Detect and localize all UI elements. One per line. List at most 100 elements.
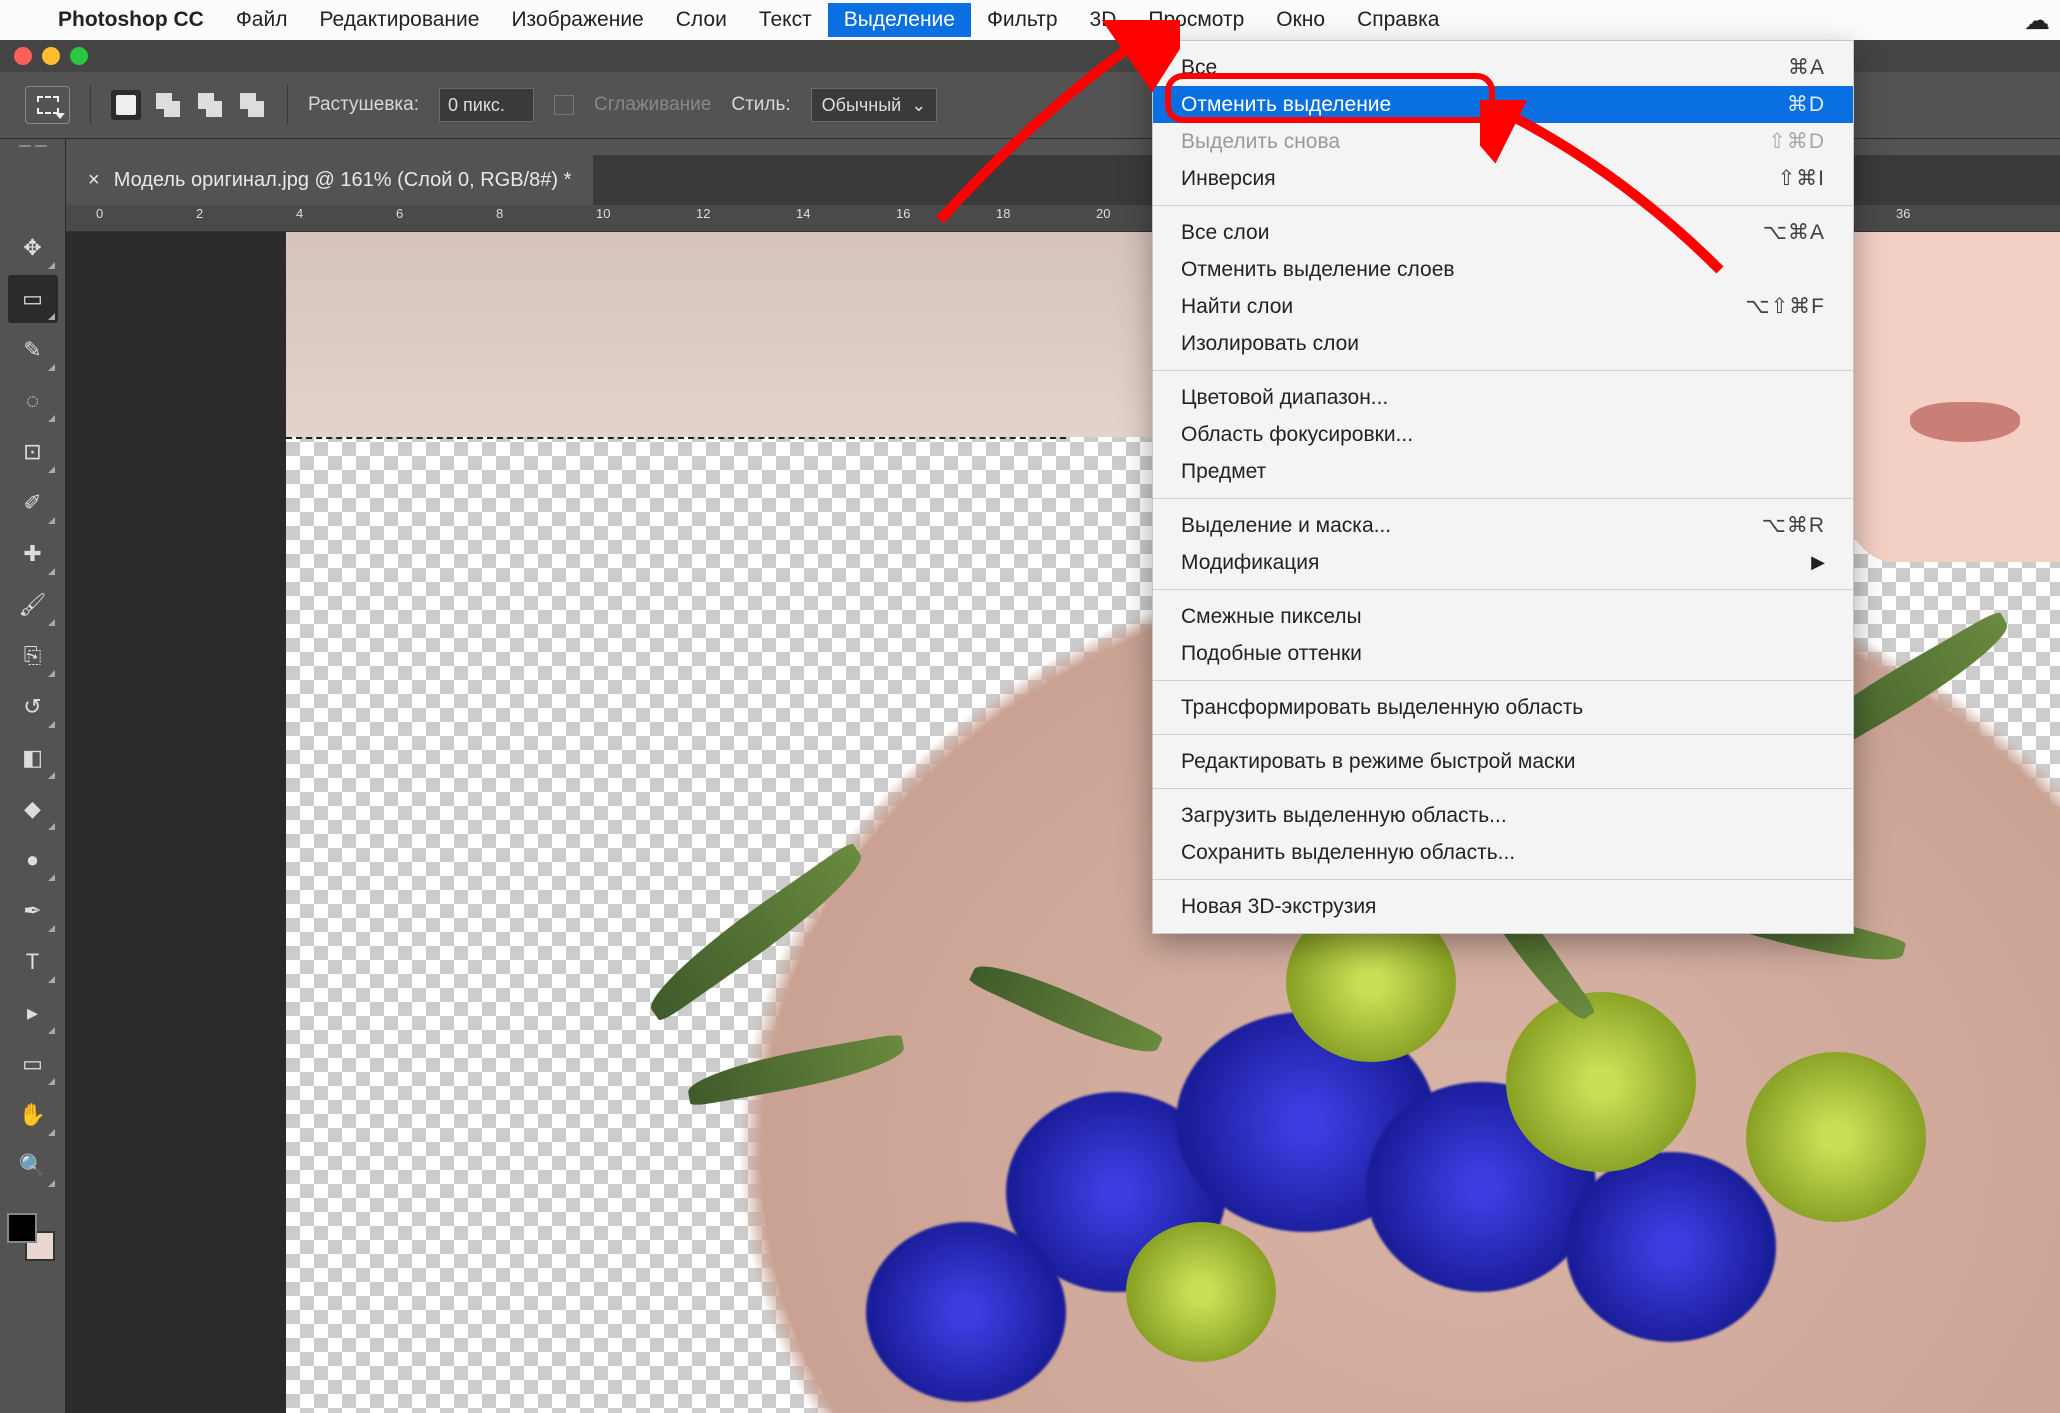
menu-shortcut: ⌘A xyxy=(1788,55,1825,80)
menu-item-отменить-выделение[interactable]: Отменить выделение⌘D xyxy=(1153,86,1853,123)
type-tool[interactable]: T xyxy=(8,938,58,986)
menu-item-выделение-и-маска...[interactable]: Выделение и маска...⌥⌘R xyxy=(1153,507,1853,544)
move-tool[interactable]: ✥ xyxy=(8,224,58,272)
menu-separator xyxy=(1153,589,1853,590)
menu-справка[interactable]: Справка xyxy=(1341,3,1455,37)
ruler-tick: 12 xyxy=(696,206,710,221)
crop-tool[interactable]: ⊡ xyxy=(8,428,58,476)
menu-shortcut: ⌥⌘A xyxy=(1763,220,1825,245)
zoom-tool[interactable]: 🔍 xyxy=(8,1142,58,1190)
window-zoom-button[interactable] xyxy=(70,47,88,65)
brush-tool[interactable]: 🖌 xyxy=(8,581,58,629)
app-name[interactable]: Photoshop CC xyxy=(42,3,220,37)
brush-tool-icon: 🖌 xyxy=(19,592,47,618)
hand-tool[interactable]: ✋ xyxy=(8,1091,58,1139)
history-brush-tool[interactable]: ↺ xyxy=(8,683,58,731)
menu-item-предмет[interactable]: Предмет xyxy=(1153,453,1853,490)
menu-item-отменить-выделение-слоев[interactable]: Отменить выделение слоев xyxy=(1153,251,1853,288)
menu-item-редактировать-в-режиме-быстрой-маски[interactable]: Редактировать в режиме быстрой маски xyxy=(1153,743,1853,780)
eraser-tool[interactable]: ◧ xyxy=(8,734,58,782)
menu-item-label: Отменить выделение слоев xyxy=(1181,258,1455,282)
menu-item-смежные-пикселы[interactable]: Смежные пикселы xyxy=(1153,598,1853,635)
mac-menubar: Photoshop CC ФайлРедактированиеИзображен… xyxy=(0,0,2060,40)
menu-item-модификация[interactable]: Модификация ▶ xyxy=(1153,544,1853,581)
intersect-selection-mode[interactable] xyxy=(237,90,267,120)
fg-bg-colors[interactable] xyxy=(7,1213,59,1269)
menu-item-цветовой-диапазон...[interactable]: Цветовой диапазон... xyxy=(1153,379,1853,416)
menu-item-трансформировать-выделенную-область[interactable]: Трансформировать выделенную область xyxy=(1153,689,1853,726)
menu-item-изолировать-слои[interactable]: Изолировать слои xyxy=(1153,325,1853,362)
menu-текст[interactable]: Текст xyxy=(743,3,828,37)
stamp-tool[interactable]: ⎘ xyxy=(8,632,58,680)
menu-item-label: Цветовой диапазон... xyxy=(1181,386,1388,410)
menu-item-найти-слои[interactable]: Найти слои⌥⇧⌘F xyxy=(1153,288,1853,325)
toolbox-grip-icon[interactable] xyxy=(13,145,53,155)
menu-слои[interactable]: Слои xyxy=(660,3,743,37)
menu-редактирование[interactable]: Редактирование xyxy=(303,3,495,37)
path-select-tool[interactable]: ▸ xyxy=(8,989,58,1037)
subtract-selection-mode[interactable] xyxy=(195,90,225,120)
lasso-tool[interactable]: ✎ xyxy=(8,326,58,374)
menu-item-все[interactable]: Все ⌘A xyxy=(1153,49,1853,86)
menu-окно[interactable]: Окно xyxy=(1260,3,1341,37)
tool-preset-picker[interactable] xyxy=(25,86,70,124)
menu-выделение[interactable]: Выделение xyxy=(828,3,971,37)
pen-tool[interactable]: ✒ xyxy=(8,887,58,935)
cc-sync-icon[interactable]: ☁ xyxy=(2024,5,2050,36)
menu-shortcut: ⇧⌘I xyxy=(1778,166,1825,191)
foreground-color-swatch[interactable] xyxy=(7,1213,37,1243)
menu-item-новая-3d-экструзия[interactable]: Новая 3D-экструзия xyxy=(1153,888,1853,925)
shape-tool[interactable]: ▭ xyxy=(8,1040,58,1088)
dodge-tool[interactable]: ● xyxy=(8,836,58,884)
menu-3d[interactable]: 3D xyxy=(1074,3,1133,37)
menu-shortcut: ⌥⌘R xyxy=(1762,513,1825,538)
quick-select-tool[interactable]: ◌ xyxy=(8,377,58,425)
menu-item-label: Отменить выделение xyxy=(1181,93,1391,117)
menu-item-label: Редактировать в режиме быстрой маски xyxy=(1181,750,1575,774)
menu-item-label: Все xyxy=(1181,56,1217,80)
ruler-tick: 4 xyxy=(296,206,303,221)
selection-mode-group xyxy=(111,90,267,120)
submenu-arrow-icon: ▶ xyxy=(1811,552,1825,573)
menu-item-подобные-оттенки[interactable]: Подобные оттенки xyxy=(1153,635,1853,672)
close-tab-icon[interactable]: × xyxy=(88,169,100,192)
menu-item-загрузить-выделенную-область...[interactable]: Загрузить выделенную область... xyxy=(1153,797,1853,834)
menu-файл[interactable]: Файл xyxy=(220,3,304,37)
menu-item-label: Предмет xyxy=(1181,460,1266,484)
menu-item-label: Загрузить выделенную область... xyxy=(1181,804,1507,828)
window-close-button[interactable] xyxy=(14,47,32,65)
document-tab[interactable]: × Модель оригинал.jpg @ 161% (Слой 0, RG… xyxy=(66,155,593,205)
menu-item-label: Модификация xyxy=(1181,551,1319,575)
feather-input[interactable] xyxy=(439,88,534,122)
zoom-tool-icon: 🔍 xyxy=(19,1153,46,1179)
marquee-icon xyxy=(37,96,59,114)
menu-item-все-слои[interactable]: Все слои⌥⌘A xyxy=(1153,214,1853,251)
ruler-tick: 0 xyxy=(96,206,103,221)
ruler-tick: 14 xyxy=(796,206,810,221)
add-selection-mode[interactable] xyxy=(153,90,183,120)
menu-фильтр[interactable]: Фильтр xyxy=(971,3,1074,37)
menu-item-сохранить-выделенную-область...[interactable]: Сохранить выделенную область... xyxy=(1153,834,1853,871)
style-value: Обычный xyxy=(822,95,902,116)
toolbox: ✥▭✎◌⊡✐✚🖌⎘↺◧◆●✒T▸▭✋🔍 xyxy=(0,139,66,1413)
menu-item-инверсия[interactable]: Инверсия ⇧⌘I xyxy=(1153,160,1853,197)
paint-bucket-tool[interactable]: ◆ xyxy=(8,785,58,833)
menu-item-область-фокусировки...[interactable]: Область фокусировки... xyxy=(1153,416,1853,453)
style-select[interactable]: Обычный ⌄ xyxy=(811,88,938,122)
menu-item-label: Инверсия xyxy=(1181,167,1276,191)
eyedropper-tool[interactable]: ✐ xyxy=(8,479,58,527)
eyedropper-tool-icon: ✐ xyxy=(23,490,41,516)
antialias-label: Сглаживание xyxy=(594,94,711,116)
healing-tool[interactable]: ✚ xyxy=(8,530,58,578)
menu-item-label: Выделить снова xyxy=(1181,130,1340,154)
ruler-tick: 6 xyxy=(396,206,403,221)
marquee-tool[interactable]: ▭ xyxy=(8,275,58,323)
lasso-tool-icon: ✎ xyxy=(23,337,41,363)
crop-tool-icon: ⊡ xyxy=(23,439,41,465)
menu-просмотр[interactable]: Просмотр xyxy=(1132,3,1260,37)
healing-tool-icon: ✚ xyxy=(23,541,41,567)
new-selection-mode[interactable] xyxy=(111,90,141,120)
menu-separator xyxy=(1153,734,1853,735)
menu-изображение[interactable]: Изображение xyxy=(495,3,659,37)
window-minimize-button[interactable] xyxy=(42,47,60,65)
